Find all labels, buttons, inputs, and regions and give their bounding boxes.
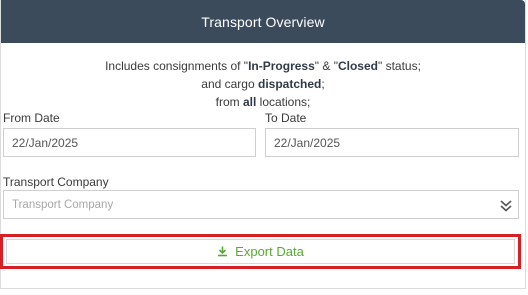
export-data-button[interactable]: Export Data	[6, 239, 515, 264]
transport-company-label: Transport Company	[3, 175, 109, 189]
cargo-dispatched: dispatched	[258, 77, 322, 91]
info-line-locations: from all locations;	[215, 95, 311, 109]
from-date-field[interactable]: 22/Jan/2025	[3, 128, 256, 157]
info-line-cargo: and cargo dispatched;	[201, 77, 325, 91]
to-date-label: To Date	[265, 111, 307, 125]
transport-company-placeholder: Transport Company	[12, 198, 114, 211]
double-chevron-down-icon[interactable]	[500, 199, 512, 212]
to-date-field[interactable]: 22/Jan/2025	[265, 128, 519, 157]
download-icon	[218, 246, 228, 257]
panel-header: Transport Overview	[1, 0, 525, 43]
status-in-progress: In-Progress	[248, 59, 315, 73]
status-closed: Closed	[337, 59, 378, 73]
transport-company-select[interactable]: Transport Company	[3, 190, 519, 219]
panel-title: Transport Overview	[201, 13, 325, 30]
locations-all: all	[242, 95, 257, 109]
export-data-label: Export Data	[235, 244, 304, 259]
from-date-label: From Date	[3, 111, 60, 125]
export-highlight-frame: Export Data	[0, 234, 521, 269]
info-line-statuses: Includes consignments of "In-Progress" &…	[105, 59, 421, 73]
